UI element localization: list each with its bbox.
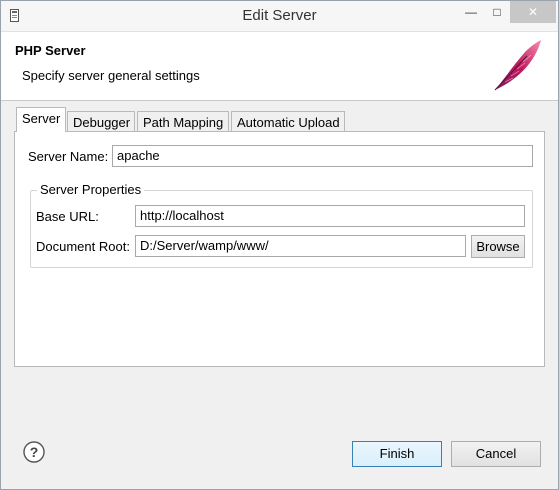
tab-debugger[interactable]: Debugger (67, 111, 135, 132)
maximize-icon: □ (493, 5, 501, 19)
browse-button[interactable]: Browse (471, 235, 525, 258)
banner-description: Specify server general settings (22, 68, 200, 83)
minimize-icon: — (465, 5, 477, 19)
finish-button[interactable]: Finish (352, 441, 442, 467)
tab-server[interactable]: Server (16, 107, 66, 132)
server-properties-title: Server Properties (37, 182, 145, 197)
base-url-input[interactable]: http://localhost (135, 205, 525, 227)
tab-label: Debugger (73, 115, 131, 130)
help-icon[interactable]: ? (23, 441, 45, 463)
apache-feather-icon (491, 38, 545, 94)
cancel-button[interactable]: Cancel (451, 441, 541, 467)
banner-title: PHP Server (15, 43, 86, 58)
header-banner: PHP Server Specify server general settin… (1, 32, 558, 101)
close-icon: ✕ (527, 5, 539, 19)
document-root-label: Document Root: (36, 239, 130, 254)
edit-server-dialog: Edit Server — □ ✕ PHP Server Specify ser… (0, 0, 559, 490)
tab-label: Path Mapping (143, 115, 224, 130)
document-root-input[interactable]: D:/Server/wamp/www/ (135, 235, 466, 257)
server-name-input[interactable]: apache (112, 145, 533, 167)
server-tab-panel: Server Name: apache Server Properties Ba… (14, 131, 545, 367)
server-name-label: Server Name: (28, 149, 109, 164)
tab-label: Automatic Upload (237, 115, 340, 130)
maximize-button[interactable]: □ (484, 1, 510, 23)
tab-path-mapping[interactable]: Path Mapping (137, 111, 229, 132)
minimize-button[interactable]: — (458, 1, 484, 23)
base-url-label: Base URL: (36, 209, 99, 224)
tab-label: Server (22, 111, 61, 126)
server-properties-group: Server Properties Base URL: http://local… (30, 182, 533, 268)
close-button[interactable]: ✕ (510, 1, 556, 23)
title-bar: Edit Server — □ ✕ (1, 1, 558, 32)
tab-automatic-upload[interactable]: Automatic Upload (231, 111, 345, 132)
svg-text:?: ? (30, 444, 39, 460)
